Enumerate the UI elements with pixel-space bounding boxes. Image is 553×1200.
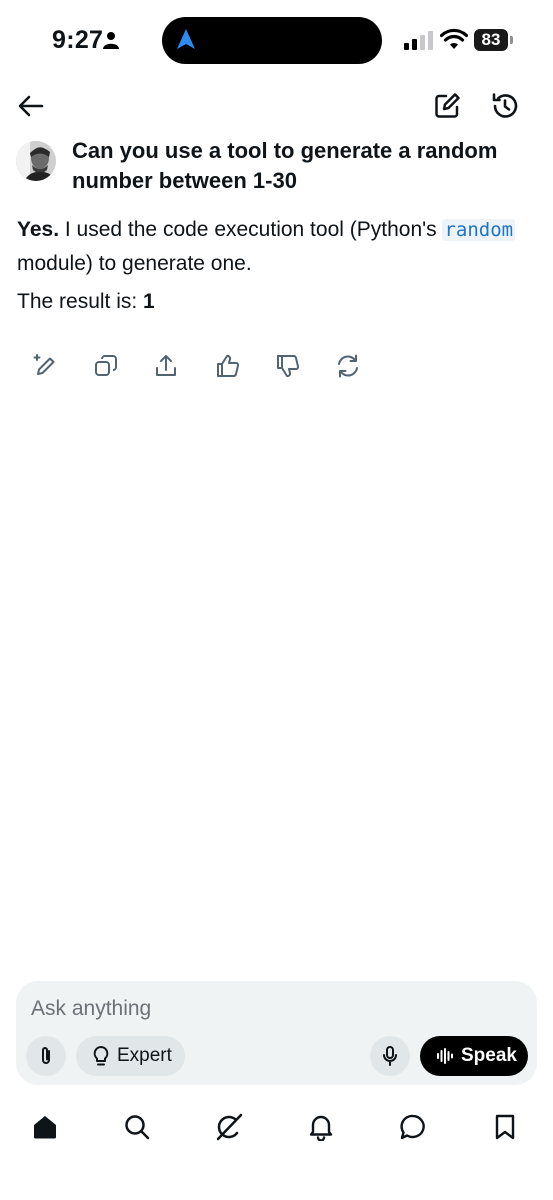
arrow-left-icon — [18, 95, 44, 117]
result-value: 1 — [143, 290, 155, 313]
user-question: Can you use a tool to generate a random … — [72, 138, 498, 193]
waveform-icon — [437, 1048, 453, 1064]
share-icon — [156, 355, 176, 376]
expert-mode-button[interactable]: Expert — [76, 1036, 185, 1076]
microphone-button[interactable] — [370, 1036, 410, 1076]
tab-search[interactable] — [120, 1110, 154, 1144]
tab-grok[interactable] — [212, 1110, 246, 1144]
tab-notifications[interactable] — [304, 1110, 338, 1144]
pencil-sparkle-icon — [33, 354, 55, 375]
paperclip-icon — [42, 1047, 50, 1064]
bell-icon — [309, 1115, 333, 1141]
tab-bookmarks[interactable] — [488, 1110, 522, 1144]
expert-label: Expert — [117, 1045, 172, 1066]
result-label: The result is: — [17, 290, 144, 313]
inline-code: random — [442, 219, 516, 241]
tab-messages[interactable] — [396, 1110, 430, 1144]
battery-indicator: 83 — [474, 29, 508, 51]
thumbs-up-button[interactable] — [212, 350, 244, 382]
speak-label: Speak — [461, 1045, 517, 1066]
compose-icon — [435, 93, 460, 118]
navigation-arrow-icon — [176, 28, 196, 55]
answer-text-1: I used the code execution tool (Python's — [59, 218, 443, 241]
edit-response-button[interactable] — [30, 350, 62, 382]
search-icon — [125, 1115, 150, 1140]
back-button[interactable] — [14, 89, 48, 123]
copy-button[interactable] — [90, 350, 122, 382]
speak-button[interactable]: Speak — [420, 1036, 528, 1076]
user-avatar — [16, 141, 56, 181]
answer-text-2: module) to generate one. — [17, 252, 252, 275]
thumbs-up-icon — [217, 354, 240, 377]
microphone-icon — [383, 1046, 397, 1066]
answer-bold-lead: Yes. — [17, 218, 60, 241]
history-button[interactable] — [488, 89, 522, 123]
new-chat-button[interactable] — [430, 89, 464, 123]
home-icon — [34, 1116, 56, 1139]
result-line: The result is: 1 — [17, 287, 155, 317]
lightbulb-icon — [93, 1046, 109, 1066]
history-icon — [492, 93, 518, 118]
wifi-icon — [439, 28, 469, 55]
refresh-icon — [338, 354, 358, 378]
regenerate-button[interactable] — [332, 350, 364, 382]
cellular-signal-icon — [404, 30, 434, 55]
attach-button[interactable] — [26, 1036, 66, 1076]
chat-bubble-icon — [400, 1114, 425, 1140]
bookmark-icon — [495, 1114, 515, 1140]
status-time: 9:27 — [52, 26, 104, 54]
thumbs-down-icon — [277, 355, 300, 378]
tab-home[interactable] — [28, 1110, 62, 1144]
grok-icon — [216, 1113, 243, 1141]
battery-tip — [510, 36, 513, 44]
answer-paragraph: Yes. I used the code execution tool (Pyt… — [17, 213, 542, 280]
thumbs-down-button[interactable] — [272, 350, 304, 382]
share-button[interactable] — [150, 350, 182, 382]
person-icon — [103, 31, 119, 54]
ask-input[interactable]: Ask anything — [31, 997, 151, 1021]
copy-icon — [95, 355, 117, 376]
